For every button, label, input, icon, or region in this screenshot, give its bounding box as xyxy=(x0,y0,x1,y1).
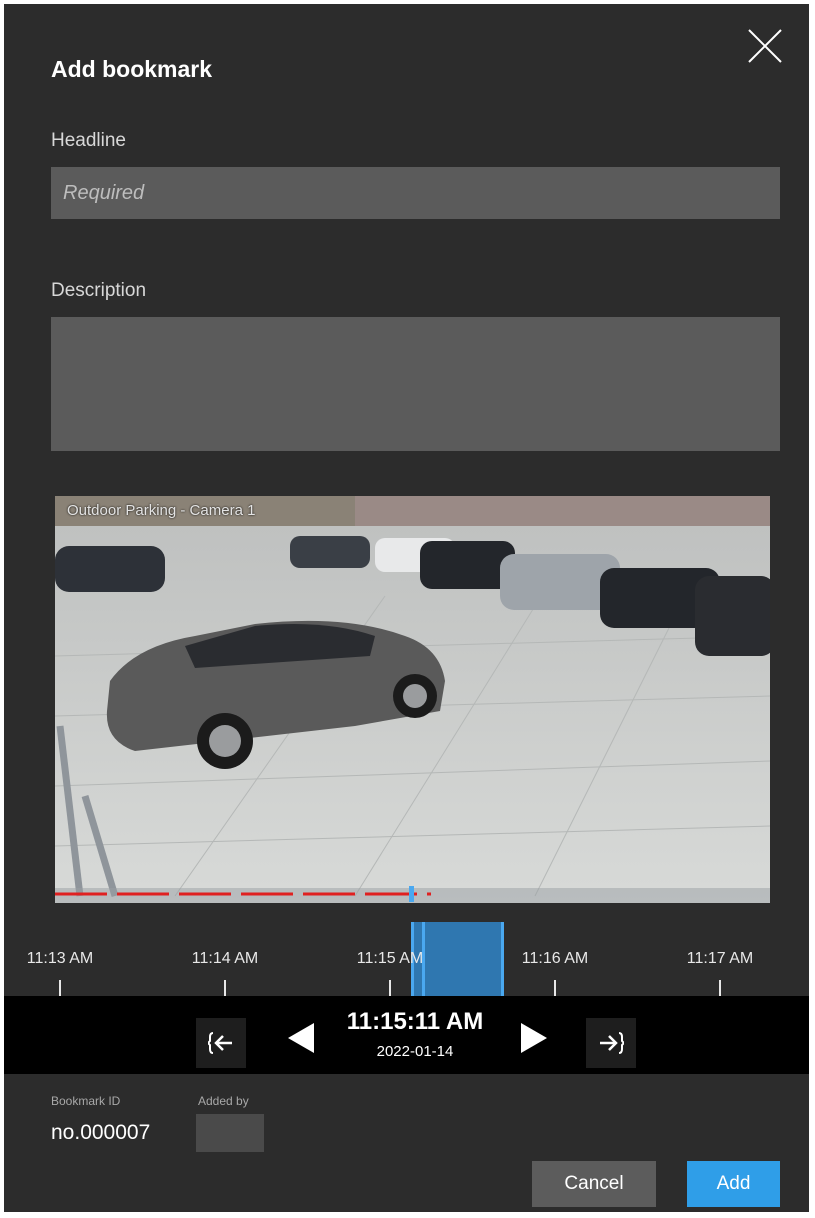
bookmark-id-label: Bookmark ID xyxy=(51,1094,121,1108)
tick-label: 11:14 AM xyxy=(191,950,259,967)
tick-mark xyxy=(59,980,61,996)
headline-label: Headline xyxy=(51,130,126,151)
bookmark-id-value: no.000007 xyxy=(51,1121,151,1144)
video-preview[interactable]: Outdoor Parking - Camera 1 xyxy=(55,496,770,903)
add-bookmark-dialog: Add bookmark Headline Description xyxy=(4,4,809,1212)
close-icon[interactable] xyxy=(746,27,784,65)
step-forward-icon[interactable] xyxy=(521,1023,547,1053)
tick-label: 11:16 AM xyxy=(521,950,589,967)
recording-indicator xyxy=(55,886,431,902)
description-label: Description xyxy=(51,280,147,301)
cancel-button[interactable]: Cancel xyxy=(532,1161,656,1207)
dialog-title: Add bookmark xyxy=(51,56,213,82)
go-to-end-icon[interactable] xyxy=(586,1018,636,1068)
avatar xyxy=(196,1114,264,1152)
headline-input[interactable] xyxy=(51,167,780,219)
tick-mark xyxy=(224,980,226,996)
tick-label: 11:15 AM xyxy=(356,950,424,967)
add-button[interactable]: Add xyxy=(687,1161,780,1207)
camera-label: Outdoor Parking - Camera 1 xyxy=(67,502,256,519)
tick-label: 11:13 AM xyxy=(26,950,94,967)
current-time: 11:15:11 AM xyxy=(346,1008,484,1035)
step-back-icon[interactable] xyxy=(288,1023,314,1053)
go-to-start-icon[interactable] xyxy=(196,1018,246,1068)
current-date: 2022-01-14 xyxy=(376,1043,454,1060)
tick-label: 11:17 AM xyxy=(686,950,754,967)
tick-mark xyxy=(719,980,721,996)
added-by-label: Added by xyxy=(198,1094,249,1108)
tick-mark xyxy=(389,980,391,996)
description-input[interactable] xyxy=(51,317,780,451)
tick-mark xyxy=(554,980,556,996)
timeline[interactable]: 11:13 AM 11:14 AM 11:15 AM 11:16 AM 11:1… xyxy=(4,922,809,996)
playback-controls: 11:15:11 AM 2022-01-14 xyxy=(4,996,809,1074)
